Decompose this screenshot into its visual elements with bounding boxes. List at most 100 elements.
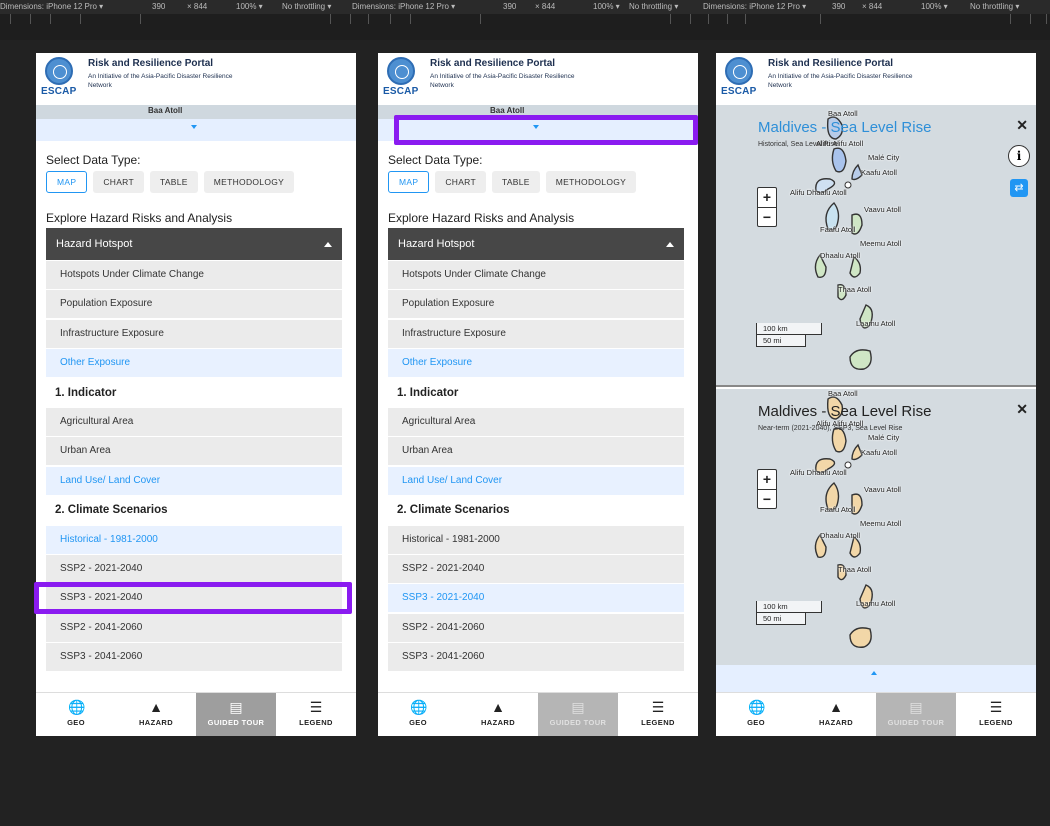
map-panel-historical[interactable]: Baa Atoll Alifu Alifu Atoll Malé City Ka… <box>716 105 1036 387</box>
map-label-vaavu: Vaavu Atoll <box>864 205 901 214</box>
table-button[interactable]: TABLE <box>149 171 198 193</box>
list-item-ssp3-2041[interactable]: SSP3 - 2041-2060 <box>388 643 684 672</box>
map-label-thaa: Thaa Atoll <box>838 565 872 574</box>
data-type-buttons: MAP CHART TABLE METHODOLOGY <box>46 171 295 193</box>
devtools-device-select[interactable]: Dimensions: iPhone 12 Pro ▾ <box>352 0 455 14</box>
devtools-width[interactable]: 390 <box>152 0 165 14</box>
devtools-zoom[interactable]: 100% ▾ <box>921 0 948 14</box>
list-item-infrastructure[interactable]: Infrastructure Exposure <box>46 319 342 348</box>
map-label-dhaalu: Dhaalu Atoll <box>820 251 861 260</box>
list-item-other-exposure[interactable]: Other Exposure <box>388 349 684 378</box>
hazard-list: Hotspots Under Climate Change Population… <box>388 261 684 672</box>
list-item-hotspots[interactable]: Hotspots Under Climate Change <box>46 261 342 289</box>
table-button[interactable]: TABLE <box>491 171 540 193</box>
escap-logo[interactable]: ESCAP <box>41 57 77 101</box>
devtools-height[interactable]: × 844 <box>862 0 882 14</box>
data-type-label: Select Data Type: <box>388 153 483 167</box>
nav-legend[interactable]: ☰ LEGEND <box>956 693 1036 736</box>
list-item-agricultural[interactable]: Agricultural Area <box>46 407 342 436</box>
nav-geo[interactable]: 🌐 GEO <box>716 693 796 736</box>
close-icon[interactable]: ✕ <box>1016 117 1028 134</box>
map-panel-near-term[interactable]: Baa Atoll Alifu Alifu Atoll Malé City Ka… <box>716 389 1036 665</box>
list-item-ssp2-2021[interactable]: SSP2 - 2021-2040 <box>46 554 342 583</box>
portal-title: Risk and Resilience Portal <box>768 58 894 69</box>
nav-guided-tour[interactable]: ▤ GUIDED TOUR <box>538 693 618 736</box>
nav-hazard[interactable]: ▲ HAZARD <box>116 693 196 736</box>
info-icon[interactable]: i <box>1008 145 1030 167</box>
nav-hazard[interactable]: ▲ HAZARD <box>458 693 538 736</box>
list-item-ssp2-2041[interactable]: SSP2 - 2041-2060 <box>46 613 342 642</box>
nav-hazard[interactable]: ▲ HAZARD <box>796 693 876 736</box>
list-icon: ☰ <box>651 699 665 715</box>
methodology-button[interactable]: METHODOLOGY <box>545 171 637 193</box>
list-item-ssp3-2041[interactable]: SSP3 - 2041-2060 <box>46 643 342 672</box>
list-icon: ☰ <box>989 699 1003 715</box>
list-item-land-use[interactable]: Land Use/ Land Cover <box>46 466 342 495</box>
chevron-up-icon <box>666 242 674 247</box>
list-item-urban[interactable]: Urban Area <box>46 437 342 466</box>
map-subtitle: Historical, Sea Level Rise <box>758 141 838 148</box>
zoom-in-button[interactable]: + <box>758 188 776 207</box>
nav-legend[interactable]: ☰ LEGEND <box>618 693 698 736</box>
devtools-throttle[interactable]: No throttling ▾ <box>970 0 1019 14</box>
zoom-out-button[interactable]: − <box>758 207 776 226</box>
escap-logo[interactable]: ESCAP <box>721 57 757 101</box>
list-item-urban[interactable]: Urban Area <box>388 437 684 466</box>
methodology-button[interactable]: METHODOLOGY <box>203 171 295 193</box>
map-button[interactable]: MAP <box>46 171 88 193</box>
list-item-population[interactable]: Population Exposure <box>388 290 684 319</box>
zoom-in-button[interactable]: + <box>758 470 776 489</box>
map-label-kaafu: Kaafu Atoll <box>861 168 897 177</box>
nav-label: GEO <box>409 718 427 727</box>
list-item-ssp2-2021[interactable]: SSP2 - 2021-2040 <box>388 554 684 583</box>
list-item-historical[interactable]: Historical - 1981-2000 <box>388 525 684 554</box>
map-button[interactable]: MAP <box>388 171 430 193</box>
list-item-population[interactable]: Population Exposure <box>46 290 342 319</box>
list-icon: ☰ <box>309 699 323 715</box>
swap-icon[interactable]: ⇄ <box>1010 179 1028 197</box>
list-item-ssp2-2041[interactable]: SSP2 - 2041-2060 <box>388 613 684 642</box>
devtools-width[interactable]: 390 <box>832 0 845 14</box>
devtools-height[interactable]: × 844 <box>535 0 555 14</box>
devtools-device-select[interactable]: Dimensions: iPhone 12 Pro ▾ <box>703 0 806 14</box>
map-label-male: Malé City <box>868 433 900 442</box>
list-item-historical[interactable]: Historical - 1981-2000 <box>46 525 342 554</box>
map-label-baa: Baa Atoll <box>490 106 525 115</box>
list-item-ssp3-2021[interactable]: SSP3 - 2021-2040 <box>388 584 684 613</box>
map-toggle-bar[interactable] <box>36 119 356 141</box>
zoom-out-button[interactable]: − <box>758 489 776 508</box>
chart-button[interactable]: CHART <box>435 171 486 193</box>
devtools-zoom[interactable]: 100% ▾ <box>236 0 263 14</box>
scale-km: 100 km <box>756 323 822 335</box>
close-icon[interactable]: ✕ <box>1016 401 1028 418</box>
nav-guided-tour[interactable]: ▤ GUIDED TOUR <box>876 693 956 736</box>
list-item-hotspots[interactable]: Hotspots Under Climate Change <box>388 261 684 289</box>
warning-icon: ▲ <box>149 699 163 715</box>
devtools-throttle[interactable]: No throttling ▾ <box>282 0 331 14</box>
nav-legend[interactable]: ☰ LEGEND <box>276 693 356 736</box>
list-item-agricultural[interactable]: Agricultural Area <box>388 407 684 436</box>
escap-logo[interactable]: ESCAP <box>383 57 419 101</box>
zoom-control: + − <box>757 187 777 227</box>
devtools-zoom[interactable]: 100% ▾ <box>593 0 620 14</box>
nav-geo[interactable]: 🌐 GEO <box>36 693 116 736</box>
portal-title: Risk and Resilience Portal <box>430 58 556 69</box>
list-item-infrastructure[interactable]: Infrastructure Exposure <box>388 319 684 348</box>
panel-toggle-bar[interactable] <box>716 665 1036 692</box>
nav-guided-tour[interactable]: ▤ GUIDED TOUR <box>196 693 276 736</box>
hazard-hotspot-accordion[interactable]: Hazard Hotspot <box>388 228 684 260</box>
nav-geo[interactable]: 🌐 GEO <box>378 693 458 736</box>
devtools-height[interactable]: × 844 <box>187 0 207 14</box>
devtools-width[interactable]: 390 <box>503 0 516 14</box>
map-strip[interactable]: Baa Atoll <box>36 105 356 119</box>
un-emblem-icon <box>387 57 415 85</box>
un-emblem-icon <box>725 57 753 85</box>
nav-label: LEGEND <box>641 718 675 727</box>
list-item-land-use[interactable]: Land Use/ Land Cover <box>388 466 684 495</box>
devtools-throttle[interactable]: No throttling ▾ <box>629 0 678 14</box>
devtools-device-select[interactable]: Dimensions: iPhone 12 Pro ▾ <box>0 0 103 14</box>
hazard-hotspot-accordion[interactable]: Hazard Hotspot <box>46 228 342 260</box>
chart-button[interactable]: CHART <box>93 171 144 193</box>
nav-label: HAZARD <box>138 718 174 727</box>
list-item-other-exposure[interactable]: Other Exposure <box>46 349 342 378</box>
